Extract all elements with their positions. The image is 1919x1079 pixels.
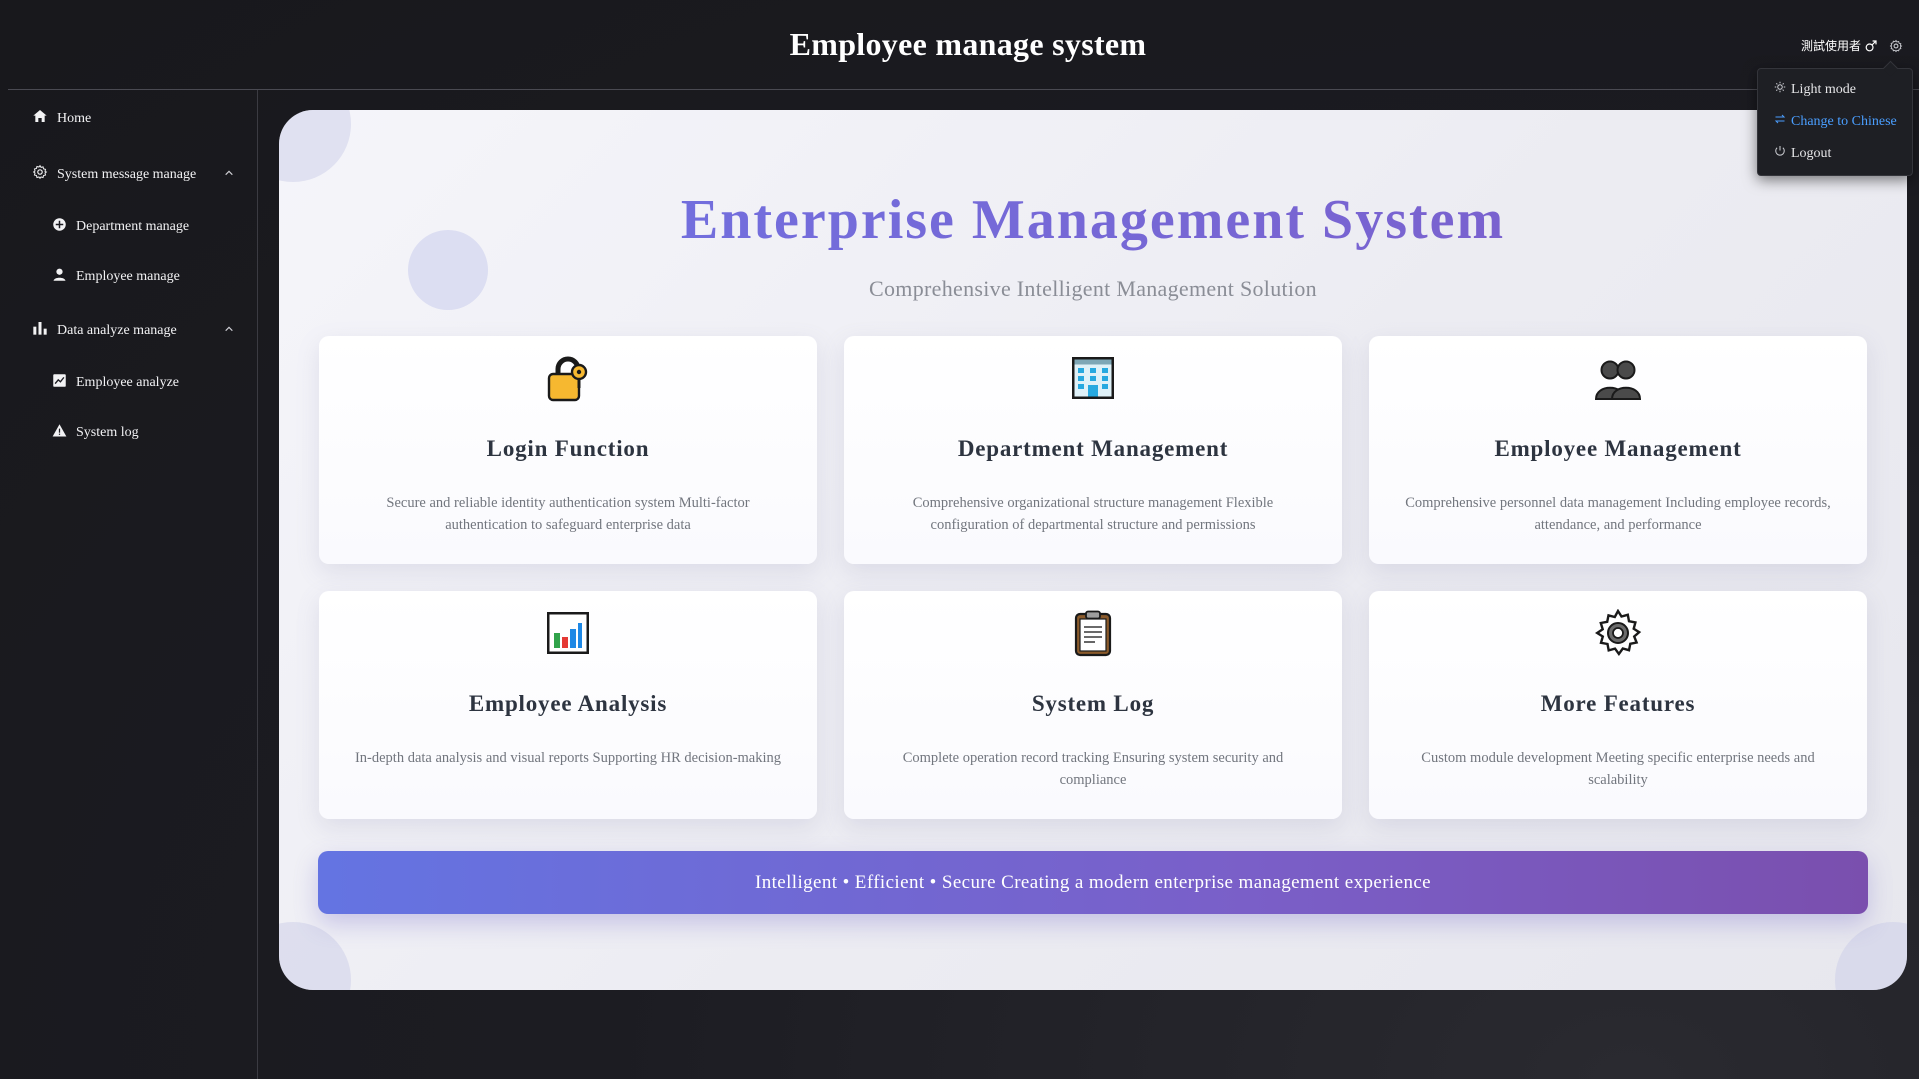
- warning-icon: [52, 423, 67, 443]
- menu-item-logout[interactable]: Logout: [1774, 145, 1831, 162]
- sidebar-item-data-analyze-manage[interactable]: Data analyze manage: [32, 320, 242, 341]
- feature-description: Comprehensive organizational structure m…: [912, 495, 1274, 533]
- top-header: Employee manage system 測試使用者: [0, 0, 1919, 89]
- user-name: 測試使用者: [1800, 39, 1861, 53]
- clipboard-icon: [1069, 609, 1117, 662]
- menu-item-light-mode[interactable]: Light mode: [1774, 81, 1856, 98]
- decorative-circle: [279, 922, 351, 990]
- home-icon: [32, 108, 48, 129]
- sidebar-item-label: System log: [76, 425, 139, 440]
- office-building-icon: [1069, 354, 1117, 407]
- sidebar-item-label: Employee analyze: [76, 375, 180, 390]
- feature-title: Login Function: [486, 436, 650, 461]
- decorative-circle: [279, 110, 351, 182]
- sidebar-item-employee-manage[interactable]: Employee manage: [52, 267, 180, 287]
- app-window: Employee manage system 測試使用者 Light mode …: [0, 0, 1919, 1079]
- sidebar-item-label: Home: [57, 110, 92, 126]
- hero-title: Enterprise Management System: [279, 188, 1907, 252]
- user-menu-trigger[interactable]: 測試使用者: [1801, 37, 1903, 54]
- feature-card-employee-analysis[interactable]: Employee Analysis In-depth data analysis…: [319, 591, 817, 819]
- feature-card-login[interactable]: Login Function Secure and reliable ident…: [319, 336, 817, 564]
- sidebar-item-employee-analyze[interactable]: Employee analyze: [52, 373, 179, 393]
- user-icon: [52, 267, 67, 287]
- bar-chart-emoji-icon: [544, 609, 592, 662]
- sidebar-item-label: Data analyze manage: [57, 322, 177, 338]
- menu-item-label: Logout: [1791, 145, 1832, 161]
- sidebar: Home System message manage Department ma…: [0, 90, 258, 1079]
- user-dropdown-menu: Light mode Change to Chinese Logout: [1757, 68, 1913, 176]
- sidebar-item-department-manage[interactable]: Department manage: [52, 217, 189, 237]
- sun-icon: [1774, 81, 1786, 98]
- bar-chart-icon: [32, 320, 48, 341]
- feature-card-system-log[interactable]: System Log Complete operation record tra…: [844, 591, 1342, 819]
- page-title: Employee manage system: [789, 26, 1147, 62]
- feature-title: Employee Management: [1494, 436, 1742, 461]
- gender-male-icon: [1865, 39, 1877, 52]
- feature-title: Employee Analysis: [468, 691, 668, 716]
- sidebar-item-home[interactable]: Home: [32, 108, 91, 129]
- sidebar-item-system-log[interactable]: System log: [52, 423, 139, 443]
- hero-subtitle: Comprehensive Intelligent Management Sol…: [869, 276, 1317, 301]
- lock-key-icon: [544, 354, 592, 407]
- feature-title: More Features: [1540, 691, 1696, 716]
- gear-emoji-icon: [1594, 608, 1642, 662]
- sidebar-item-label: Department manage: [76, 219, 190, 234]
- feature-description: Custom module development Meeting specif…: [1421, 750, 1815, 788]
- feature-title: Department Management: [957, 436, 1229, 461]
- sidebar-item-label: System message manage: [57, 166, 197, 182]
- settings-gear-icon[interactable]: [1889, 39, 1903, 53]
- feature-description: Complete operation record tracking Ensur…: [902, 750, 1284, 788]
- power-icon: [1774, 145, 1786, 162]
- welcome-panel: Enterprise Management System Comprehensi…: [279, 110, 1907, 990]
- line-chart-icon: [52, 373, 67, 393]
- decorative-circle: [1835, 922, 1907, 990]
- department-icon: [52, 217, 67, 237]
- chevron-up-icon[interactable]: [224, 323, 234, 339]
- menu-item-label: Change to Chinese: [1791, 113, 1897, 129]
- feature-title: System Log: [1031, 691, 1155, 716]
- header-divider: [8, 89, 1919, 90]
- feature-card-employee-management[interactable]: Employee Management Comprehensive person…: [1369, 336, 1867, 564]
- chevron-up-icon[interactable]: [224, 167, 234, 183]
- feature-card-more-features[interactable]: More Features Custom module development …: [1369, 591, 1867, 819]
- feature-description: Comprehensive personnel data management …: [1405, 495, 1831, 533]
- sidebar-item-system-message-manage[interactable]: System message manage: [32, 164, 242, 185]
- slogan-banner: Intelligent • Efficient • Secure Creatin…: [318, 851, 1868, 914]
- feature-description: Secure and reliable identity authenticat…: [386, 495, 750, 533]
- menu-item-change-language[interactable]: Change to Chinese: [1774, 113, 1897, 130]
- menu-item-label: Light mode: [1791, 81, 1856, 97]
- gear-icon: [32, 164, 48, 185]
- translate-icon: [1774, 113, 1786, 130]
- feature-card-department-management[interactable]: Department Management Comprehensive orga…: [844, 336, 1342, 564]
- people-icon: [1594, 354, 1642, 407]
- sidebar-item-label: Employee manage: [76, 269, 180, 284]
- feature-description: In-depth data analysis and visual report…: [354, 750, 782, 766]
